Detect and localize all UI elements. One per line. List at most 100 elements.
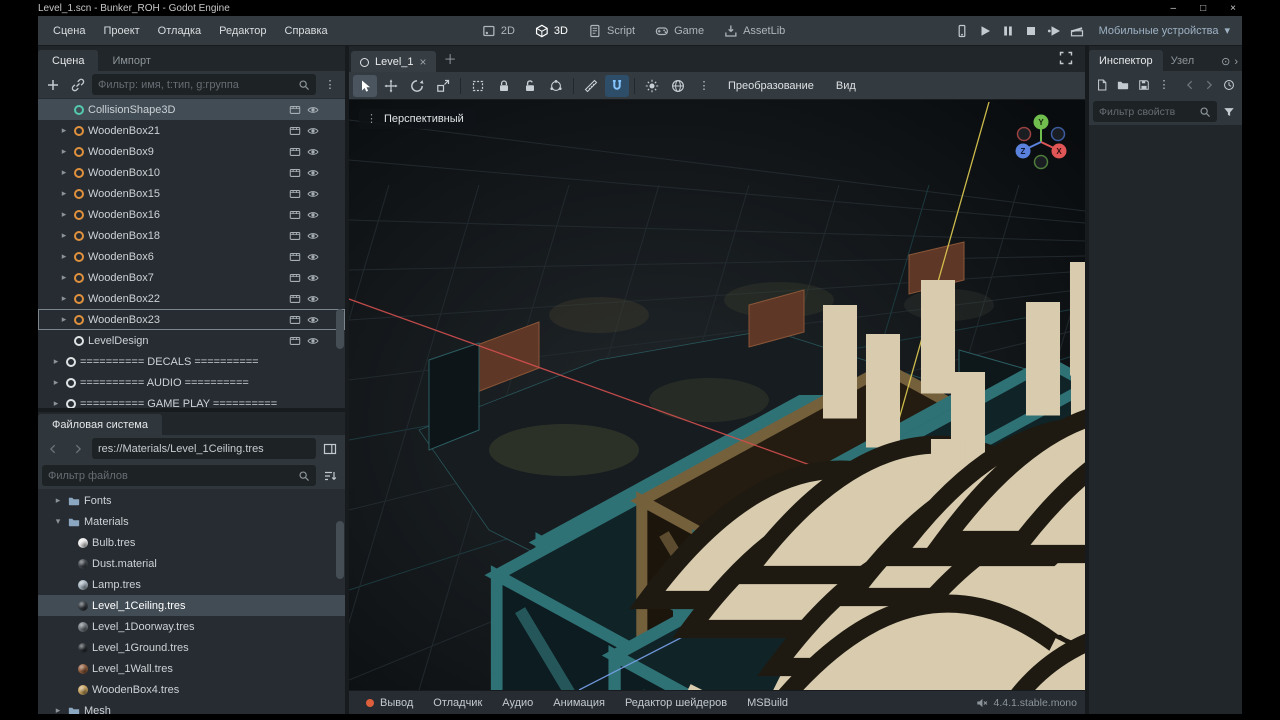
file-row-level1wall[interactable]: Level_1Wall.tres xyxy=(38,658,345,679)
mode-3d-button[interactable]: 3D xyxy=(526,20,577,42)
add-node-button[interactable] xyxy=(42,74,64,96)
file-row-level1ground[interactable]: Level_1Ground.tres xyxy=(38,637,345,658)
tree-row-woodenbox10[interactable]: ▸ WoodenBox10 xyxy=(38,162,345,183)
film-icon[interactable] xyxy=(289,104,301,116)
pause-button[interactable] xyxy=(997,20,1019,42)
file-row-level1ceiling[interactable]: Level_1Ceiling.tres xyxy=(38,595,345,616)
film-icon[interactable] xyxy=(289,230,301,242)
scene-tab-level1[interactable]: Level_1 × xyxy=(351,51,436,72)
new-scene-tab-button[interactable]: ＋ xyxy=(436,45,465,72)
file-row-fonts[interactable]: ▸ Fonts xyxy=(38,490,345,511)
scene-filter-input[interactable] xyxy=(98,78,294,91)
eye-icon[interactable] xyxy=(307,230,319,242)
msbuild-panel-button[interactable]: MSBuild xyxy=(738,694,797,712)
preview-environment-button[interactable] xyxy=(666,75,690,97)
film-icon[interactable] xyxy=(289,272,301,284)
toggle-split-mode-button[interactable] xyxy=(319,438,341,460)
property-filter-options-button[interactable] xyxy=(1220,101,1238,123)
film-icon[interactable] xyxy=(289,314,301,326)
eye-icon[interactable] xyxy=(307,335,319,347)
tab-import[interactable]: Импорт xyxy=(98,50,164,71)
stop-button[interactable] xyxy=(1020,20,1042,42)
preview-options-button[interactable]: ⋮ xyxy=(692,75,716,97)
speaker-muted-icon[interactable] xyxy=(976,697,988,709)
viewport-3d-scene[interactable] xyxy=(349,100,1085,690)
film-icon[interactable] xyxy=(289,251,301,263)
menu-help[interactable]: Справка xyxy=(276,21,337,41)
minimize-button[interactable]: – xyxy=(1171,3,1177,14)
expand-arrow[interactable]: ▸ xyxy=(50,377,62,388)
scale-tool-button[interactable] xyxy=(431,75,455,97)
file-filter-input[interactable] xyxy=(48,469,294,482)
distraction-free-button[interactable] xyxy=(1055,47,1077,69)
mode-assetlib-button[interactable]: AssetLib xyxy=(715,20,794,42)
inspector-forward-button[interactable] xyxy=(1201,74,1217,96)
play-button[interactable] xyxy=(974,20,996,42)
expand-arrow[interactable]: ▸ xyxy=(58,188,70,199)
play-scene-button[interactable] xyxy=(1043,20,1065,42)
snap-toggle-button[interactable] xyxy=(605,74,629,97)
rotate-tool-button[interactable] xyxy=(405,75,429,97)
eye-icon[interactable] xyxy=(307,188,319,200)
maximize-button[interactable]: □ xyxy=(1200,3,1206,14)
debugger-panel-button[interactable]: Отладчик xyxy=(424,694,491,712)
movie-mode-button[interactable] xyxy=(1066,20,1088,42)
tree-row-audio-separator[interactable]: ▸ ========== AUDIO ========== xyxy=(38,372,345,393)
file-row-materials[interactable]: ▾ Materials xyxy=(38,511,345,532)
scene-tree-scrollbar[interactable] xyxy=(336,308,344,350)
mode-game-button[interactable]: Game xyxy=(646,20,713,42)
tab-node[interactable]: Узел xyxy=(1163,50,1202,71)
history-forward-button[interactable] xyxy=(67,438,89,460)
inspector-history-button[interactable] xyxy=(1220,74,1238,96)
view-menu[interactable]: Вид xyxy=(826,76,866,96)
film-icon[interactable] xyxy=(289,146,301,158)
eye-icon[interactable] xyxy=(307,146,319,158)
close-tab-icon[interactable]: × xyxy=(420,56,427,68)
file-row-level1doorway[interactable]: Level_1Doorway.tres xyxy=(38,616,345,637)
menu-debug[interactable]: Отладка xyxy=(149,21,210,41)
tab-filesystem[interactable]: Файловая система xyxy=(38,414,162,435)
tree-row-woodenbox15[interactable]: ▸ WoodenBox15 xyxy=(38,183,345,204)
menu-project[interactable]: Проект xyxy=(94,21,148,41)
group-node-button[interactable] xyxy=(544,75,568,97)
remote-device-button[interactable] xyxy=(951,20,973,42)
expand-arrow[interactable]: ▸ xyxy=(58,167,70,178)
axis-neg-y-ball[interactable] xyxy=(1033,154,1049,170)
film-icon[interactable] xyxy=(289,335,301,347)
tab-inspector[interactable]: Инспектор xyxy=(1089,50,1163,71)
perspective-menu[interactable]: ⋮ Перспективный xyxy=(359,109,476,129)
view-axis-gizmo[interactable]: Y X Z xyxy=(1009,110,1073,174)
expand-arrow[interactable]: ▸ xyxy=(52,705,64,714)
expand-arrow[interactable]: ▸ xyxy=(58,125,70,136)
axis-neg-x-ball[interactable] xyxy=(1016,126,1032,142)
tree-row-collisionshape3d[interactable]: CollisionShape3D xyxy=(38,99,345,120)
expand-arrow[interactable]: ▸ xyxy=(50,398,62,408)
eye-icon[interactable] xyxy=(307,125,319,137)
close-button[interactable]: × xyxy=(1230,3,1236,14)
axis-neg-z-ball[interactable] xyxy=(1050,126,1066,142)
instance-scene-button[interactable] xyxy=(67,74,89,96)
expand-arrow[interactable]: ▸ xyxy=(52,495,64,506)
tab-scene[interactable]: Сцена xyxy=(38,50,99,71)
mode-script-button[interactable]: Script xyxy=(579,20,644,42)
select-tool-button[interactable] xyxy=(353,74,377,97)
file-row-bulb[interactable]: Bulb.tres xyxy=(38,532,345,553)
save-resource-button[interactable] xyxy=(1135,74,1153,96)
tree-row-woodenbox7[interactable]: ▸ WoodenBox7 xyxy=(38,267,345,288)
audio-panel-button[interactable]: Аудио xyxy=(493,694,542,712)
new-resource-button[interactable] xyxy=(1093,74,1111,96)
film-icon[interactable] xyxy=(289,188,301,200)
eye-icon[interactable] xyxy=(307,293,319,305)
expand-arrow[interactable]: ▸ xyxy=(58,293,70,304)
eye-icon[interactable] xyxy=(307,272,319,284)
expand-arrow[interactable]: ▸ xyxy=(50,356,62,367)
tree-row-gameplay-separator[interactable]: ▸ ========== GAME PLAY ========== xyxy=(38,393,345,408)
ruler-tool-button[interactable] xyxy=(579,75,603,97)
expand-arrow[interactable]: ▸ xyxy=(58,251,70,262)
file-row-woodenbox4[interactable]: WoodenBox4.tres xyxy=(38,679,345,700)
resource-menu-button[interactable]: ⋮ xyxy=(1156,74,1172,96)
eye-icon[interactable] xyxy=(307,209,319,221)
film-icon[interactable] xyxy=(289,125,301,137)
tree-row-woodenbox6[interactable]: ▸ WoodenBox6 xyxy=(38,246,345,267)
output-panel-button[interactable]: Вывод xyxy=(357,694,422,712)
